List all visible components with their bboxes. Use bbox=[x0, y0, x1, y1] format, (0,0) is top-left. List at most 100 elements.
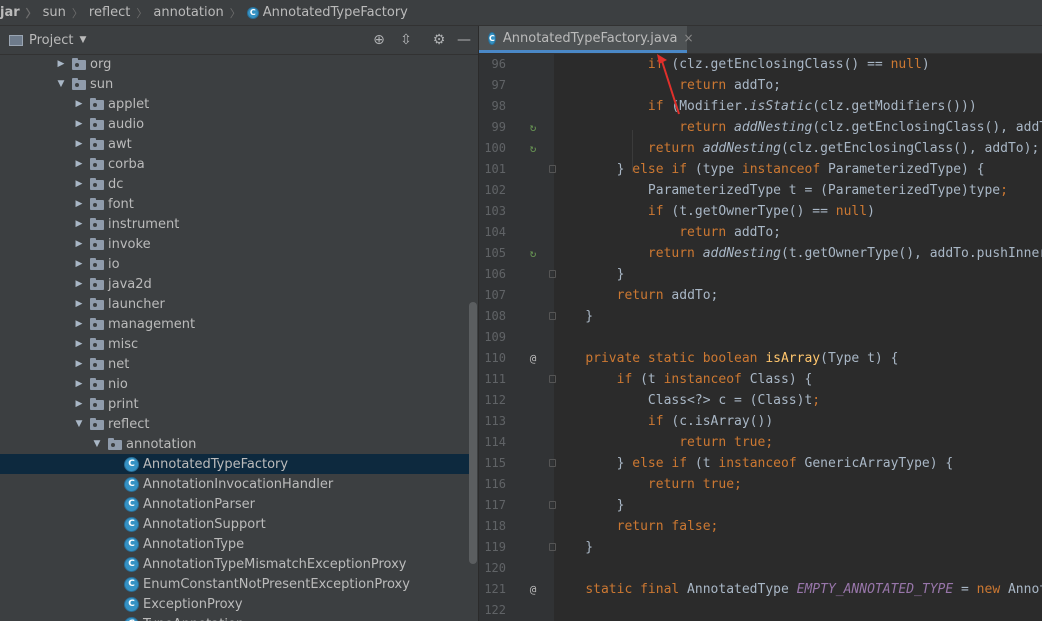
gutter-line[interactable]: 102 bbox=[479, 180, 554, 201]
tree-class-item[interactable]: C EnumConstantNotPresentExceptionProxy bbox=[0, 574, 470, 594]
code-line[interactable]: } bbox=[554, 306, 1042, 327]
code-line[interactable]: } else if (t instanceof GenericArrayType… bbox=[554, 453, 1042, 474]
tree-folder-item[interactable]: ▶ misc bbox=[0, 334, 470, 354]
breadcrumb-class[interactable]: C AnnotatedTypeFactory bbox=[246, 5, 408, 20]
gutter-line[interactable]: 101 bbox=[479, 159, 556, 180]
gutter-line[interactable]: 97 bbox=[479, 75, 554, 96]
code-line[interactable]: ParameterizedType t = (ParameterizedType… bbox=[554, 180, 1042, 201]
hide-icon[interactable]: — bbox=[455, 31, 473, 49]
code-line[interactable]: return true; bbox=[554, 432, 1042, 453]
annotation-marker-icon[interactable]: @ bbox=[527, 348, 539, 369]
tree-class-item[interactable]: C TypeAnnotation bbox=[0, 614, 470, 621]
editor-gutter[interactable]: 96 97 98 99 ↻ 100 ↻ 101 102 103 104 105 ↻ 106 107 108 10… bbox=[479, 54, 556, 621]
code-line[interactable]: return false; bbox=[554, 516, 1042, 537]
tree-folder-item[interactable]: ▶ java2d bbox=[0, 274, 470, 294]
code-line[interactable]: } else if (type instanceof Parameterized… bbox=[554, 159, 1042, 180]
gutter-line[interactable]: 109 bbox=[479, 327, 554, 348]
chevron-down-icon[interactable]: ▼ bbox=[79, 35, 86, 45]
chevron-right-icon[interactable]: ▶ bbox=[74, 319, 84, 329]
code-line[interactable]: return addTo; bbox=[554, 222, 1042, 243]
gear-icon[interactable]: ⚙ bbox=[430, 31, 448, 49]
gutter-line[interactable]: 112 bbox=[479, 390, 554, 411]
tree-class-item[interactable]: C AnnotationParser bbox=[0, 494, 470, 514]
collapse-all-icon[interactable]: ⇳ bbox=[397, 31, 415, 49]
code-line[interactable]: if (clz.getEnclosingClass() == null) bbox=[554, 54, 1042, 75]
gutter-line[interactable]: 103 bbox=[479, 201, 554, 222]
gutter-line[interactable]: 108 bbox=[479, 306, 556, 327]
code-line[interactable]: private static boolean isArray(Type t) { bbox=[554, 348, 1042, 369]
tree-class-item[interactable]: C AnnotationSupport bbox=[0, 514, 470, 534]
code-line[interactable]: return addNesting(clz.getEnclosingClass(… bbox=[554, 138, 1042, 159]
gutter-line[interactable]: 121 @ bbox=[479, 579, 554, 600]
tree-folder-item[interactable]: ▶ dc bbox=[0, 174, 470, 194]
code-line[interactable]: return addNesting(t.getOwnerType(), addT… bbox=[554, 243, 1042, 264]
gutter-line[interactable]: 116 bbox=[479, 474, 554, 495]
gutter-line[interactable]: 98 bbox=[479, 96, 554, 117]
chevron-right-icon[interactable]: ▶ bbox=[74, 299, 84, 309]
gutter-line[interactable]: 114 bbox=[479, 432, 554, 453]
recursive-call-icon[interactable]: ↻ bbox=[527, 243, 539, 264]
tree-class-item[interactable]: C AnnotationType bbox=[0, 534, 470, 554]
tree-folder-item[interactable]: ▶ org bbox=[0, 54, 470, 74]
chevron-down-icon[interactable]: ▼ bbox=[92, 439, 102, 449]
code-line[interactable]: if (c.isArray()) bbox=[554, 411, 1042, 432]
gutter-line[interactable]: 117 bbox=[479, 495, 556, 516]
gutter-line[interactable]: 120 bbox=[479, 558, 554, 579]
code-line[interactable]: if (t instanceof Class) { bbox=[554, 369, 1042, 390]
tree-folder-item[interactable]: ▼ reflect bbox=[0, 414, 470, 434]
gutter-line[interactable]: 96 bbox=[479, 54, 554, 75]
code-line[interactable]: if (t.getOwnerType() == null) bbox=[554, 201, 1042, 222]
tree-folder-item[interactable]: ▼ sun bbox=[0, 74, 470, 94]
tree-folder-item[interactable]: ▶ invoke bbox=[0, 234, 470, 254]
tree-folder-item[interactable]: ▶ awt bbox=[0, 134, 470, 154]
gutter-line[interactable]: 107 bbox=[479, 285, 554, 306]
tree-class-item[interactable]: C AnnotationTypeMismatchExceptionProxy bbox=[0, 554, 470, 574]
tree-folder-item[interactable]: ▶ font bbox=[0, 194, 470, 214]
tree-scrollbar[interactable] bbox=[469, 302, 477, 564]
gutter-line[interactable]: 105 ↻ bbox=[479, 243, 554, 264]
tab-annotated-type-factory[interactable]: C AnnotatedTypeFactory.java × bbox=[479, 26, 694, 53]
tree-folder-item[interactable]: ▶ audio bbox=[0, 114, 470, 134]
gutter-line[interactable]: 104 bbox=[479, 222, 554, 243]
tree-folder-item[interactable]: ▶ net bbox=[0, 354, 470, 374]
code-line[interactable]: return addTo; bbox=[554, 75, 1042, 96]
gutter-line[interactable]: 110 @ bbox=[479, 348, 554, 369]
tree-class-item[interactable]: C AnnotationInvocationHandler bbox=[0, 474, 470, 494]
breadcrumb-sun[interactable]: sun 〉 bbox=[43, 5, 89, 21]
chevron-down-icon[interactable]: ▼ bbox=[56, 79, 66, 89]
chevron-right-icon[interactable]: ▶ bbox=[74, 259, 84, 269]
chevron-right-icon[interactable]: ▶ bbox=[56, 59, 66, 69]
chevron-right-icon[interactable]: ▶ bbox=[74, 99, 84, 109]
code-line[interactable] bbox=[554, 558, 1042, 579]
breadcrumb-reflect[interactable]: reflect 〉 bbox=[89, 5, 154, 21]
gutter-line[interactable]: 115 bbox=[479, 453, 556, 474]
chevron-right-icon[interactable]: ▶ bbox=[74, 339, 84, 349]
tree-folder-item[interactable]: ▶ management bbox=[0, 314, 470, 334]
recursive-call-icon[interactable]: ↻ bbox=[527, 117, 539, 138]
tree-folder-item[interactable]: ▶ launcher bbox=[0, 294, 470, 314]
locate-icon[interactable]: ⊕ bbox=[370, 31, 388, 49]
tree-folder-item[interactable]: ▶ corba bbox=[0, 154, 470, 174]
chevron-right-icon[interactable]: ▶ bbox=[74, 119, 84, 129]
tree-folder-item[interactable]: ▶ io bbox=[0, 254, 470, 274]
tree-folder-item[interactable]: ▶ nio bbox=[0, 374, 470, 394]
chevron-right-icon[interactable]: ▶ bbox=[74, 159, 84, 169]
gutter-line[interactable]: 118 bbox=[479, 516, 554, 537]
recursive-call-icon[interactable]: ↻ bbox=[527, 138, 539, 159]
gutter-line[interactable]: 106 bbox=[479, 264, 556, 285]
tree-folder-item[interactable]: ▶ applet bbox=[0, 94, 470, 114]
chevron-right-icon[interactable]: ▶ bbox=[74, 199, 84, 209]
gutter-line[interactable]: 111 bbox=[479, 369, 556, 390]
gutter-line[interactable]: 122 bbox=[479, 600, 554, 621]
tree-class-item[interactable]: C ExceptionProxy bbox=[0, 594, 470, 614]
code-line[interactable]: return addTo; bbox=[554, 285, 1042, 306]
project-tree[interactable]: ▶ org ▼ sun ▶ applet ▶ audio ▶ awt ▶ corba ▶ dc ▶ font ▶… bbox=[0, 54, 470, 621]
gutter-line[interactable]: 113 bbox=[479, 411, 554, 432]
code-line[interactable]: } bbox=[554, 495, 1042, 516]
code-line[interactable]: static final AnnotatedType EMPTY_ANNOTAT… bbox=[554, 579, 1042, 600]
chevron-right-icon[interactable]: ▶ bbox=[74, 239, 84, 249]
tree-class-item[interactable]: C AnnotatedTypeFactory bbox=[0, 454, 470, 474]
tree-folder-item[interactable]: ▶ print bbox=[0, 394, 470, 414]
code-line[interactable]: Class<?> c = (Class)t; bbox=[554, 390, 1042, 411]
tree-folder-item[interactable]: ▼ annotation bbox=[0, 434, 470, 454]
